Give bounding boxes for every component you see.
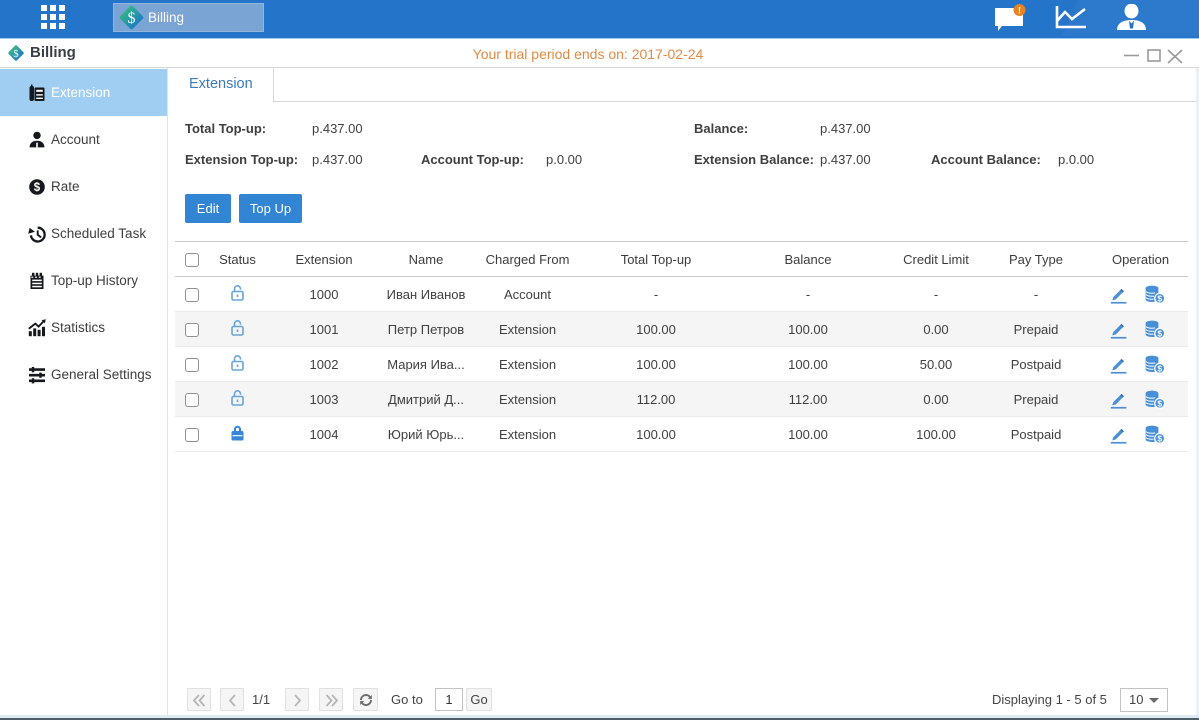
svg-text:$: $	[1157, 363, 1162, 373]
svg-text:!: !	[1018, 6, 1021, 16]
svg-text:$: $	[1157, 328, 1162, 338]
svg-text:$: $	[1157, 433, 1162, 443]
svg-text:$: $	[1157, 398, 1162, 408]
svg-text:$: $	[1157, 293, 1162, 303]
svg-text:$: $	[128, 10, 136, 27]
svg-text:$: $	[34, 182, 41, 194]
